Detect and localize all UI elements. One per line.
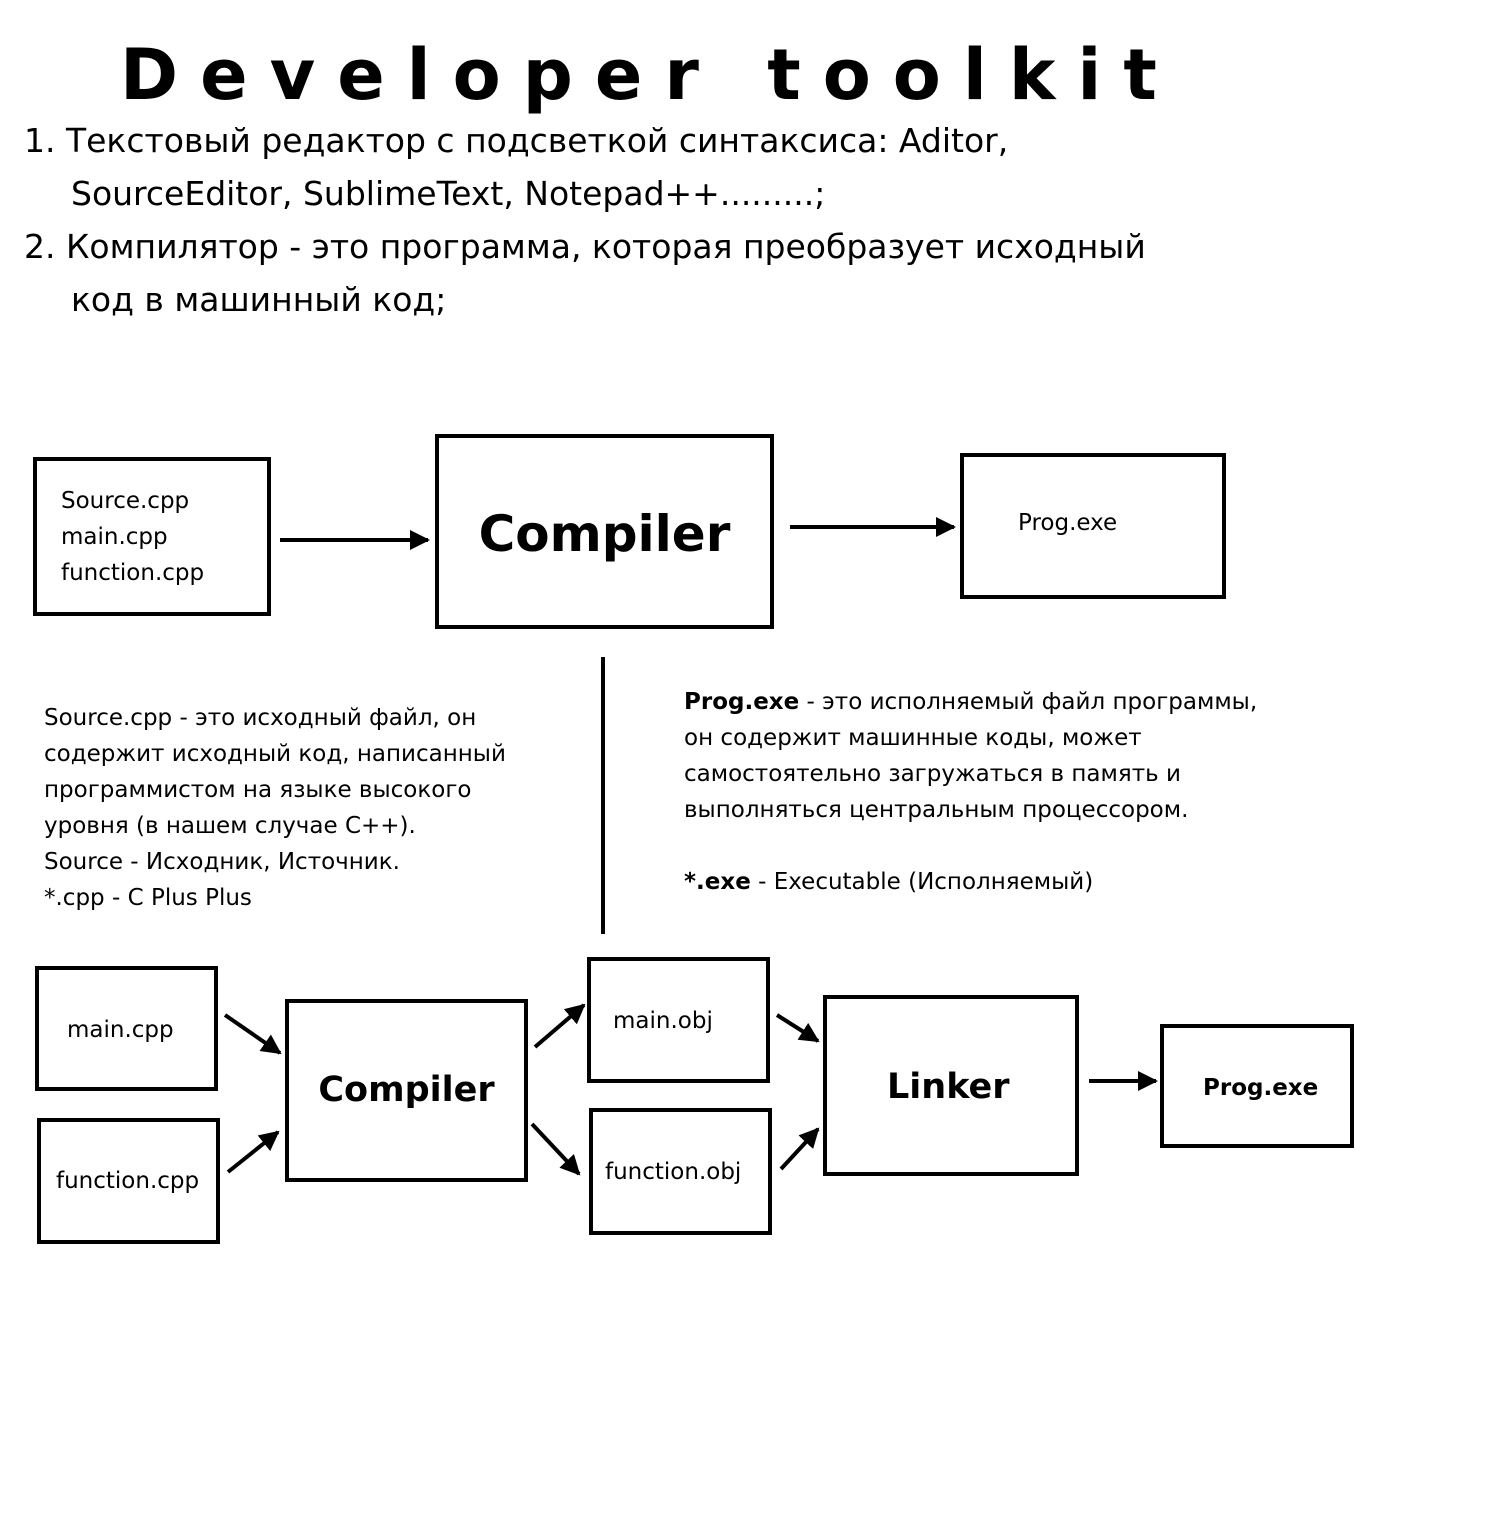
arrow-main-cpp-to-compiler xyxy=(223,1013,282,1055)
arrow-main-obj-to-linker xyxy=(775,1013,820,1043)
linker-label: Linker xyxy=(887,1067,1010,1107)
exe-extension-line: *.exe - Executable (Исполняемый) xyxy=(684,864,1257,900)
source-description-line: *.cpp - C Plus Plus xyxy=(44,885,252,911)
exe-extension-term: *.exe xyxy=(684,869,751,895)
exe-description-line: самостоятельно загружаться в память и xyxy=(684,761,1181,787)
source-file: function.cpp xyxy=(61,560,205,586)
compiler-label-2: Compiler xyxy=(318,1070,495,1110)
main-cpp-label: main.cpp xyxy=(67,1017,174,1043)
exe-extension-rest: - Executable (Исполняемый) xyxy=(750,869,1094,895)
source-description-line: программистом на языке высокого xyxy=(44,777,472,803)
function-cpp-label: function.cpp xyxy=(56,1168,200,1194)
exe-output-box: Prog.exe xyxy=(960,453,1226,599)
arrow-compiler-to-function-obj xyxy=(530,1122,581,1176)
function-obj-label: function.obj xyxy=(605,1159,742,1185)
source-file: main.cpp xyxy=(61,524,168,550)
compiler-label: Compiler xyxy=(478,505,731,563)
function-obj-box: function.obj xyxy=(589,1108,772,1235)
exe-description: Prog.exe - это исполняемый файл программ… xyxy=(684,684,1257,900)
main-cpp-box: main.cpp xyxy=(35,966,218,1091)
exe-output-label-2: Prog.exe xyxy=(1203,1075,1319,1101)
source-description: Source.cpp - это исходный файл, он содер… xyxy=(44,700,506,916)
source-description-line: содержит исходный код, написанный xyxy=(44,741,506,767)
exe-output-box-2: Prog.exe xyxy=(1160,1024,1354,1148)
main-obj-box: main.obj xyxy=(587,957,770,1083)
source-description-line: Source.cpp - это исходный файл, он xyxy=(44,705,477,731)
compiler-box: Compiler xyxy=(435,434,774,629)
source-file-list: Source.cpp main.cpp function.cpp xyxy=(61,483,204,591)
arrow-function-cpp-to-compiler xyxy=(226,1130,280,1174)
source-description-line: уровня (в нашем случае С++). xyxy=(44,813,416,839)
arrow-function-obj-to-linker xyxy=(779,1127,820,1171)
exe-description-line: он содержит машинные коды, может xyxy=(684,725,1142,751)
main-obj-label: main.obj xyxy=(613,1008,713,1034)
source-description-line: Source - Исходник, Источник. xyxy=(44,849,400,875)
function-cpp-box: function.cpp xyxy=(37,1118,220,1244)
source-file: Source.cpp xyxy=(61,488,190,514)
arrow-compiler-to-main-obj xyxy=(533,1003,586,1049)
exe-output-label: Prog.exe xyxy=(1018,510,1118,536)
source-files-box: Source.cpp main.cpp function.cpp xyxy=(33,457,271,616)
compiler-box-2: Compiler xyxy=(285,999,528,1182)
exe-description-rest: - это исполняемый файл программы, xyxy=(799,689,1258,715)
exe-term: Prog.exe xyxy=(684,689,800,715)
linker-box: Linker xyxy=(823,995,1079,1176)
exe-description-line: Prog.exe - это исполняемый файл программ… xyxy=(684,684,1257,720)
exe-description-line: выполняться центральным процессором. xyxy=(684,797,1189,823)
